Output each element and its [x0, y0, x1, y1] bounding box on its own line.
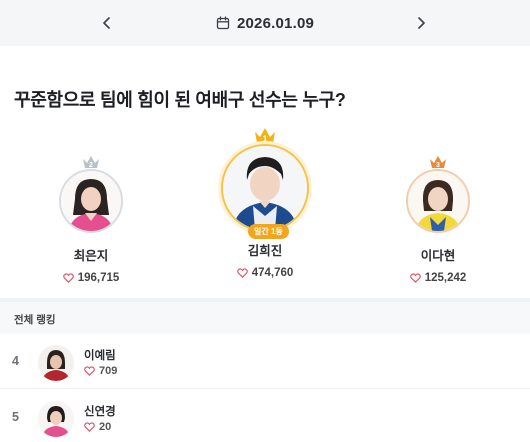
avatar — [406, 169, 470, 233]
heart-icon — [409, 273, 421, 283]
heart-icon — [84, 422, 95, 432]
podium-card-3[interactable]: 이다현 125,242 — [399, 157, 477, 284]
ranking-vote-count: 709 — [99, 365, 118, 377]
podium-votes: 196,715 — [62, 272, 120, 284]
podium-vote-count: 196,715 — [77, 272, 120, 284]
avatar — [38, 401, 74, 437]
ranking-row[interactable]: 5 신연경 20 — [0, 390, 530, 442]
avatar — [59, 169, 123, 233]
ranking-rank: 4 — [12, 354, 19, 368]
podium-vote-count: 474,760 — [251, 267, 294, 279]
daily-rank-badge: 일간 1등 — [248, 224, 289, 239]
ranking-votes: 709 — [84, 365, 117, 377]
ranking-rank: 5 — [12, 410, 19, 424]
podium-card-2[interactable]: 최은지 196,715 — [52, 157, 130, 284]
ranking-name: 신연경 — [84, 406, 116, 418]
ranking-title: 전체 랭킹 — [0, 302, 530, 334]
podium: 2 최은지 196,715 1 일간 1등 김희진 474,760 3 이다현 … — [0, 0, 530, 300]
heart-icon — [62, 273, 74, 283]
heart-icon — [84, 366, 95, 376]
podium-votes: 474,760 — [236, 267, 294, 279]
podium-name: 이다현 — [420, 249, 456, 263]
podium-name: 김희진 — [247, 244, 283, 258]
ranking-row[interactable]: 4 이예림 709 — [0, 334, 530, 389]
podium-vote-count: 125,242 — [424, 272, 467, 284]
ranking-vote-count: 20 — [99, 421, 112, 433]
avatar — [38, 345, 74, 381]
ranking-name: 이예림 — [84, 350, 116, 362]
podium-card-1[interactable]: 일간 1등 김희진 474,760 — [215, 128, 315, 279]
podium-votes: 125,242 — [409, 272, 467, 284]
ranking-votes: 20 — [84, 421, 111, 433]
heart-icon — [236, 268, 248, 278]
podium-name: 최은지 — [73, 249, 109, 263]
avatar — [221, 144, 309, 232]
